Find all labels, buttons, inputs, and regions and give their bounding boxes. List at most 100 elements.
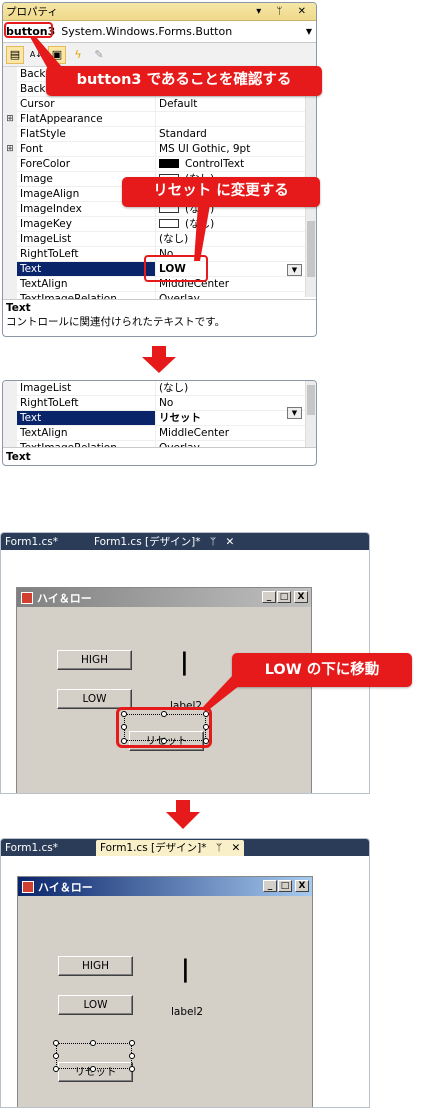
form-window[interactable]: ハイ＆ロー _ □ X HIGH LOW | label2 リセット — [17, 876, 313, 1107]
panel-window-controls[interactable]: ▾ ᛘ ✕ — [256, 3, 312, 21]
close-icon[interactable]: X — [295, 880, 309, 892]
tab-label: Form1.cs* — [5, 842, 58, 854]
row-gutter — [3, 127, 17, 141]
chevron-down-icon[interactable]: ▼ — [306, 27, 312, 36]
row-gutter — [3, 411, 17, 425]
property-row[interactable]: FlatStyle Standard — [3, 127, 316, 142]
pin-icon[interactable]: ᛘ — [210, 536, 216, 548]
minimize-icon[interactable]: _ — [262, 591, 276, 603]
callout-change-to-reset: リセット に変更する — [122, 177, 320, 207]
tab-label: Form1.cs* — [5, 536, 58, 548]
property-value[interactable]: Overlay — [156, 292, 316, 299]
high-button[interactable]: HIGH — [58, 956, 133, 976]
row-gutter — [3, 441, 17, 447]
property-row[interactable]: TextAlign MiddleCenter — [3, 426, 316, 441]
description-pane: Text コントロールに関連付けられたテキストです。 — [3, 299, 316, 331]
object-type: System.Windows.Forms.Button — [61, 25, 233, 38]
form-icon — [22, 880, 34, 893]
close-icon[interactable]: ✕ — [225, 536, 234, 548]
row-gutter — [3, 277, 17, 291]
properties-title: プロパティ — [6, 6, 58, 18]
property-row[interactable]: ForeColor ControlText — [3, 157, 316, 172]
property-grid-after: ImageList (なし) RightToLeft No Text リセット TextAl… — [3, 381, 316, 447]
maximize-icon[interactable]: □ — [278, 880, 292, 892]
label2[interactable]: label2 — [171, 1006, 203, 1018]
label1-value[interactable]: | — [180, 648, 189, 676]
row-gutter — [3, 187, 17, 201]
property-row[interactable]: RightToLeft No — [3, 396, 316, 411]
row-gutter — [3, 247, 17, 261]
property-row[interactable]: ImageList (なし) — [3, 381, 316, 396]
property-value-text: Default — [159, 98, 198, 110]
callout-pointer — [202, 676, 244, 712]
row-gutter — [3, 232, 17, 246]
selection-handles[interactable] — [53, 1040, 135, 1072]
property-row[interactable]: TextImageRelationOverlay — [3, 292, 316, 299]
text-dropdown-button-after[interactable]: ▼ — [287, 407, 302, 419]
property-value[interactable] — [156, 112, 316, 126]
tab-label: Form1.cs [デザイン]* — [93, 536, 201, 548]
property-pages-wrench-icon[interactable]: ✎ — [90, 46, 108, 64]
grid-scrollbar-after[interactable] — [305, 381, 316, 447]
property-name: Cursor — [17, 97, 156, 111]
property-value-text: (なし) — [159, 233, 189, 245]
property-value-text: ControlText — [185, 158, 245, 170]
down-arrow-icon — [166, 800, 200, 829]
form-window[interactable]: ハイ＆ロー _ □ X HIGH LOW | label2 リセット — [16, 587, 312, 793]
property-row[interactable]: TextImageRelationOverlay — [3, 441, 316, 447]
property-value[interactable]: MS UI Gothic, 9pt — [156, 142, 316, 156]
property-row[interactable]: ImageKey(なし) — [3, 217, 316, 232]
description-pane-after: Text — [3, 447, 316, 465]
label1-value[interactable]: | — [181, 955, 190, 983]
row-gutter — [3, 217, 17, 231]
property-value[interactable]: Overlay — [156, 441, 316, 447]
property-name: ImageList — [17, 381, 156, 395]
property-row[interactable]: Text リセット — [3, 411, 316, 426]
property-name: RightToLeft — [17, 396, 156, 410]
row-gutter — [3, 172, 17, 186]
expand-icon[interactable]: ⊞ — [3, 142, 17, 156]
object-name-highlight — [4, 22, 53, 38]
row-gutter — [3, 262, 17, 276]
property-row[interactable]: Cursor Default — [3, 97, 316, 112]
property-name: FlatAppearance — [17, 112, 156, 126]
close-icon[interactable]: X — [294, 591, 308, 603]
property-name: FlatStyle — [17, 127, 156, 141]
property-value[interactable]: (なし) — [156, 232, 316, 246]
property-value[interactable]: (なし) — [156, 381, 316, 395]
pin-icon[interactable]: ᛘ — [216, 842, 222, 854]
property-name: TextAlign — [17, 426, 156, 440]
form-title: ハイ＆ロー — [38, 880, 93, 894]
property-value[interactable]: (なし) — [156, 217, 316, 231]
text-dropdown-button[interactable]: ▼ — [287, 264, 302, 276]
high-button[interactable]: HIGH — [57, 650, 132, 670]
property-value[interactable]: ControlText — [156, 157, 316, 171]
property-value[interactable]: Standard — [156, 127, 316, 141]
tab-form1-code[interactable]: Form1.cs* — [1, 840, 62, 856]
property-name: TextAlign — [17, 277, 156, 291]
close-icon[interactable]: ✕ — [231, 842, 240, 854]
tab-form1-code[interactable]: Form1.cs* — [1, 534, 62, 550]
reset-button-highlight — [116, 707, 212, 748]
categorized-icon[interactable]: ▤ — [6, 45, 24, 64]
maximize-icon[interactable]: □ — [277, 591, 291, 603]
expand-icon[interactable]: ⊞ — [3, 112, 17, 126]
property-row[interactable]: ImageList (なし) — [3, 232, 316, 247]
row-gutter — [3, 67, 17, 81]
property-row[interactable]: ⊞ Font MS UI Gothic, 9pt — [3, 142, 316, 157]
tab-form1-design[interactable]: Form1.cs [デザイン]* ᛘ ✕ — [95, 840, 245, 856]
property-value[interactable]: MiddleCenter — [156, 426, 316, 440]
property-name: TextImageRelation — [17, 292, 156, 299]
tab-form1-design[interactable]: Form1.cs [デザイン]* ᛘ ✕ — [90, 534, 238, 550]
form-icon — [21, 591, 33, 604]
low-button[interactable]: LOW — [58, 995, 133, 1015]
callout-confirm-button3: button3 であることを確認する — [46, 66, 322, 96]
low-button[interactable]: LOW — [57, 689, 132, 709]
row-gutter — [3, 202, 17, 216]
property-value[interactable]: Default — [156, 97, 316, 111]
desc-title-after: Text — [6, 451, 31, 463]
minimize-icon[interactable]: _ — [263, 880, 277, 892]
form-titlebar: ハイ＆ロー _ □ X — [18, 877, 312, 896]
row-gutter — [3, 292, 17, 299]
property-row[interactable]: ⊞ FlatAppearance — [3, 112, 316, 127]
